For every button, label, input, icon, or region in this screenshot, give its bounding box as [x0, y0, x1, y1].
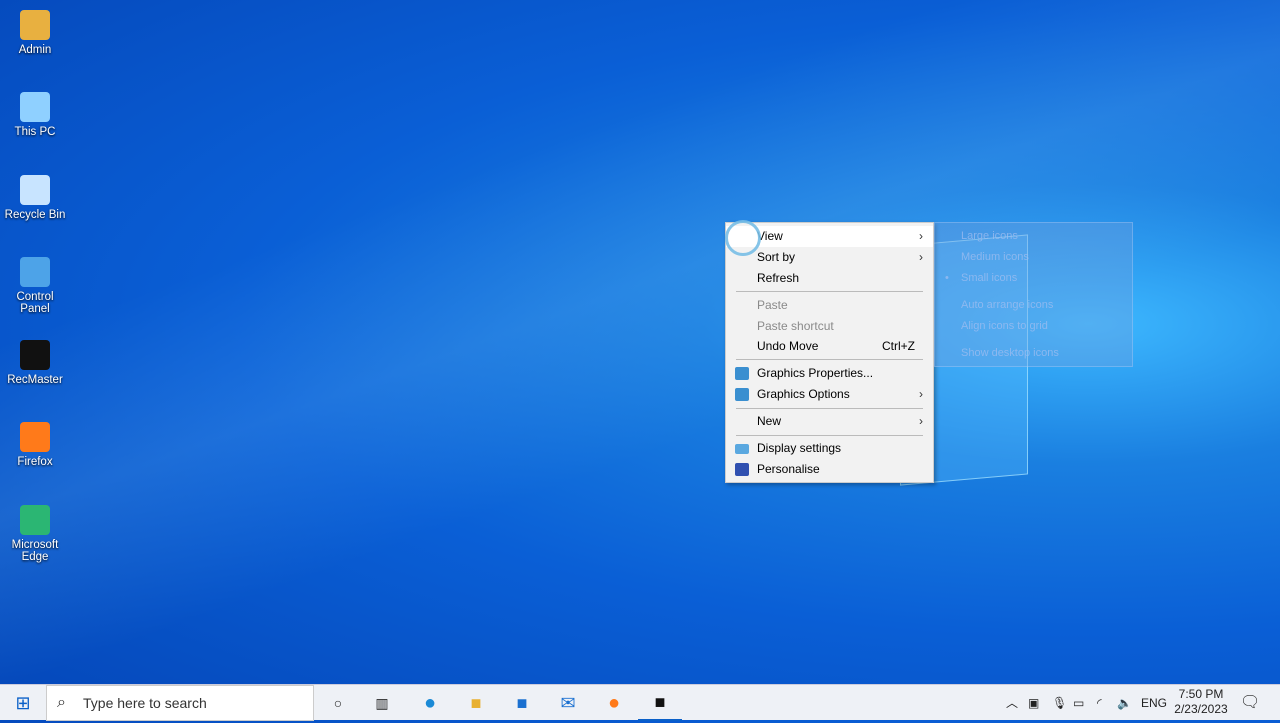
menu-item-new[interactable]: New › — [726, 411, 933, 432]
chevron-right-icon: › — [919, 250, 923, 264]
search-placeholder: Type here to search — [83, 695, 207, 711]
label: Graphics Properties... — [757, 366, 874, 380]
taskbar: ⊞ ⌕ Type here to search ○ ▥ ● ■ ■ ✉ ● ■ ︿… — [0, 684, 1280, 723]
desktop-icon-firefox[interactable]: Firefox — [2, 422, 68, 468]
submenu-align-grid[interactable]: Align icons to grid — [961, 320, 1048, 332]
language-indicator[interactable]: ENG — [1141, 685, 1167, 721]
cortana-icon[interactable]: ○ — [318, 685, 358, 721]
app-icon — [20, 92, 50, 122]
recmaster-tray-icon[interactable]: ▣ — [1028, 685, 1039, 721]
submenu-large-icons[interactable]: Large icons — [961, 230, 1018, 242]
chevron-right-icon: › — [919, 387, 923, 401]
app-icon — [20, 422, 50, 452]
battery-icon[interactable]: ▭ — [1073, 685, 1084, 721]
shortcut: Ctrl+Z — [882, 339, 915, 353]
volume-icon[interactable]: 🔈 — [1117, 685, 1132, 721]
submenu-auto-arrange[interactable]: Auto arrange icons — [961, 299, 1053, 311]
menu-item-graphics-options[interactable]: Graphics Options › — [726, 384, 933, 405]
desktop-icon-label: Microsoft Edge — [11, 539, 59, 563]
task-view-icon[interactable]: ▥ — [362, 685, 402, 721]
app-icon — [20, 340, 50, 370]
app-icon — [20, 505, 50, 535]
edge-taskbar-icon[interactable]: ● — [408, 685, 452, 721]
desktop-icon-this-pc[interactable]: This PC — [2, 92, 68, 138]
graphics-icon — [735, 367, 749, 380]
label: Undo Move — [757, 339, 819, 353]
firefox-taskbar-icon[interactable]: ● — [592, 685, 636, 721]
label: Personalise — [757, 462, 820, 476]
desktop-icon-admin[interactable]: Admin — [2, 10, 68, 56]
label: Display settings — [757, 441, 842, 455]
time: 7:50 PM — [1178, 687, 1224, 701]
notifications-icon[interactable]: 🗨 — [1240, 685, 1260, 721]
desktop-icon-label: This PC — [14, 126, 56, 138]
desktop-icon-label: Firefox — [17, 456, 53, 468]
menu-item-sort-by[interactable]: Sort by › — [726, 247, 933, 268]
desktop-icon-recycle-bin[interactable]: Recycle Bin — [2, 175, 68, 221]
display-icon — [735, 444, 749, 454]
menu-item-refresh[interactable]: Refresh — [726, 268, 933, 289]
label: New — [757, 414, 782, 428]
recmaster-taskbar-icon[interactable]: ■ — [638, 685, 682, 721]
mail-icon[interactable]: ✉ — [546, 685, 590, 721]
search-icon: ⌕ — [57, 694, 66, 711]
desktop-context-menu: View › Sort by › Refresh Paste Paste short… — [725, 222, 934, 483]
separator — [736, 435, 923, 436]
separator — [736, 359, 923, 360]
desktop-icon-label: RecMaster — [7, 374, 63, 386]
date: 2/23/2023 — [1174, 702, 1228, 716]
submenu-show-desktop-icons[interactable]: Show desktop icons — [961, 347, 1059, 359]
label: Graphics Options — [757, 387, 850, 401]
submenu-small-icons[interactable]: Small icons — [961, 272, 1017, 284]
label: Sort by — [757, 250, 796, 264]
menu-item-display-settings[interactable]: Display settings — [726, 438, 933, 459]
desktop-icon-recmaster[interactable]: RecMaster — [2, 340, 68, 386]
store-icon[interactable]: ■ — [500, 685, 544, 721]
search-box[interactable]: ⌕ Type here to search — [46, 685, 314, 721]
separator — [736, 291, 923, 292]
submenu-medium-icons[interactable]: Medium icons — [961, 251, 1029, 263]
start-button[interactable]: ⊞ — [0, 685, 46, 721]
separator — [736, 408, 923, 409]
app-icon — [20, 257, 50, 287]
chevron-right-icon: › — [919, 414, 923, 428]
bullet-icon: • — [945, 272, 949, 284]
chevron-right-icon: › — [919, 229, 923, 243]
menu-item-undo-move[interactable]: Undo Move Ctrl+Z — [726, 336, 933, 357]
view-submenu-fading: Large icons Medium icons Small icons • A… — [934, 222, 1133, 367]
graphics-icon — [735, 388, 749, 401]
desktop-icon-label: Admin — [18, 44, 52, 56]
clock[interactable]: 7:50 PM 2/23/2023 — [1174, 687, 1228, 723]
desktop-icon-label: Control Panel — [16, 291, 54, 315]
cursor-highlight — [725, 220, 761, 256]
menu-item-personalise[interactable]: Personalise — [726, 459, 933, 480]
desktop-icon-label: Recycle Bin — [4, 209, 66, 221]
menu-item-paste-shortcut[interactable]: Paste shortcut — [726, 316, 933, 337]
app-icon — [20, 175, 50, 205]
app-icon — [20, 10, 50, 40]
file-explorer-icon[interactable]: ■ — [454, 685, 498, 721]
menu-item-graphics-properties[interactable]: Graphics Properties... — [726, 363, 933, 384]
show-hidden-icons[interactable]: ︿ — [1006, 685, 1018, 721]
desktop-icon-microsoft-edge[interactable]: Microsoft Edge — [2, 505, 68, 563]
microphone-icon[interactable]: 🎙 — [1052, 685, 1067, 721]
personalise-icon — [735, 463, 749, 476]
desktop-icon-control-panel[interactable]: Control Panel — [2, 257, 68, 315]
wifi-icon[interactable]: ◜ — [1097, 685, 1102, 721]
menu-item-paste[interactable]: Paste — [726, 295, 933, 316]
